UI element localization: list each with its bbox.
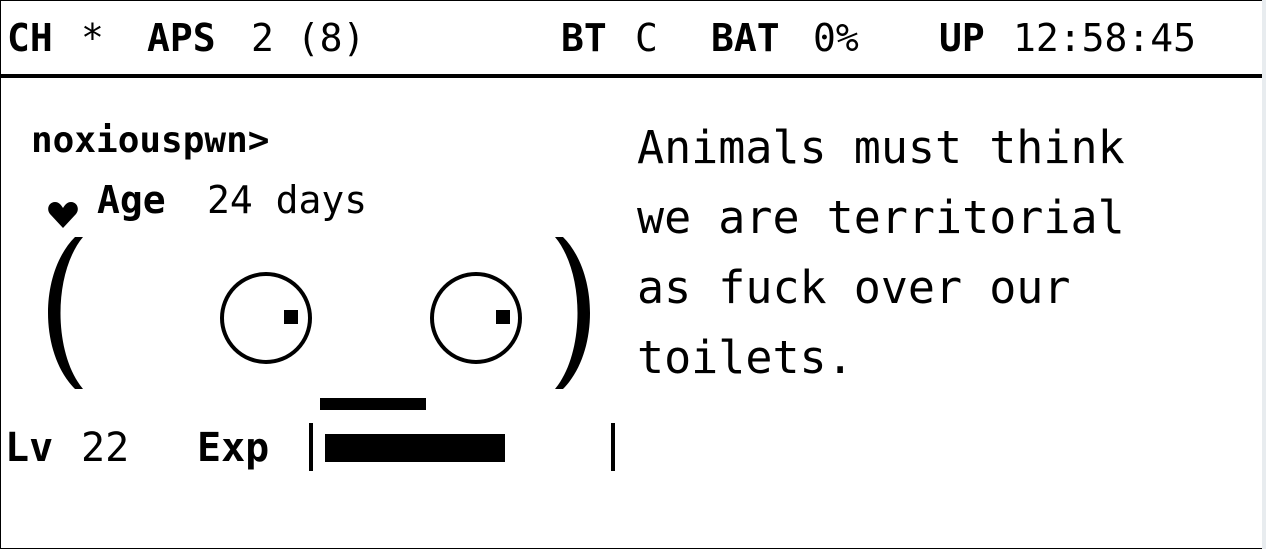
status-bar-divider <box>1 74 1265 78</box>
aps-value: 2 (8) <box>251 16 366 60</box>
bt-value: C <box>635 16 658 60</box>
message-line: we are territorial <box>637 191 1125 244</box>
ch-value: * <box>81 16 104 60</box>
exp-bar-track <box>325 434 625 462</box>
pwnagotchi-display: CH * APS 2 (8) BT C BAT 0% UP 12:58:45 n… <box>0 0 1266 549</box>
pwnagotchi-face-icon <box>48 237 590 410</box>
ch-label: CH <box>7 16 53 60</box>
age-label: Age <box>97 178 166 222</box>
up-value: 12:58:45 <box>1013 16 1197 60</box>
message-line: Animals must think <box>637 121 1125 174</box>
bat-label: BAT <box>711 16 780 60</box>
pet-name: noxiouspwn> <box>31 120 270 161</box>
up-label: UP <box>939 16 985 60</box>
bat-value: 0% <box>813 16 859 60</box>
exp-bar-fill <box>325 434 505 462</box>
exp-bar-right-edge <box>611 423 615 471</box>
exp-label: Exp <box>197 425 270 471</box>
message-line: toilets. <box>637 331 854 384</box>
bt-label: BT <box>561 16 607 60</box>
exp-bar-left-edge <box>309 423 313 471</box>
message-line: as fuck over our <box>637 261 1071 314</box>
window-edge <box>1262 0 1266 549</box>
level-label: Lv <box>5 425 54 471</box>
message-text: Animals must think we are territorial as… <box>637 113 1125 393</box>
level-value: 22 <box>81 425 130 471</box>
age-value: 24 days <box>207 178 368 222</box>
aps-label: APS <box>147 16 216 60</box>
